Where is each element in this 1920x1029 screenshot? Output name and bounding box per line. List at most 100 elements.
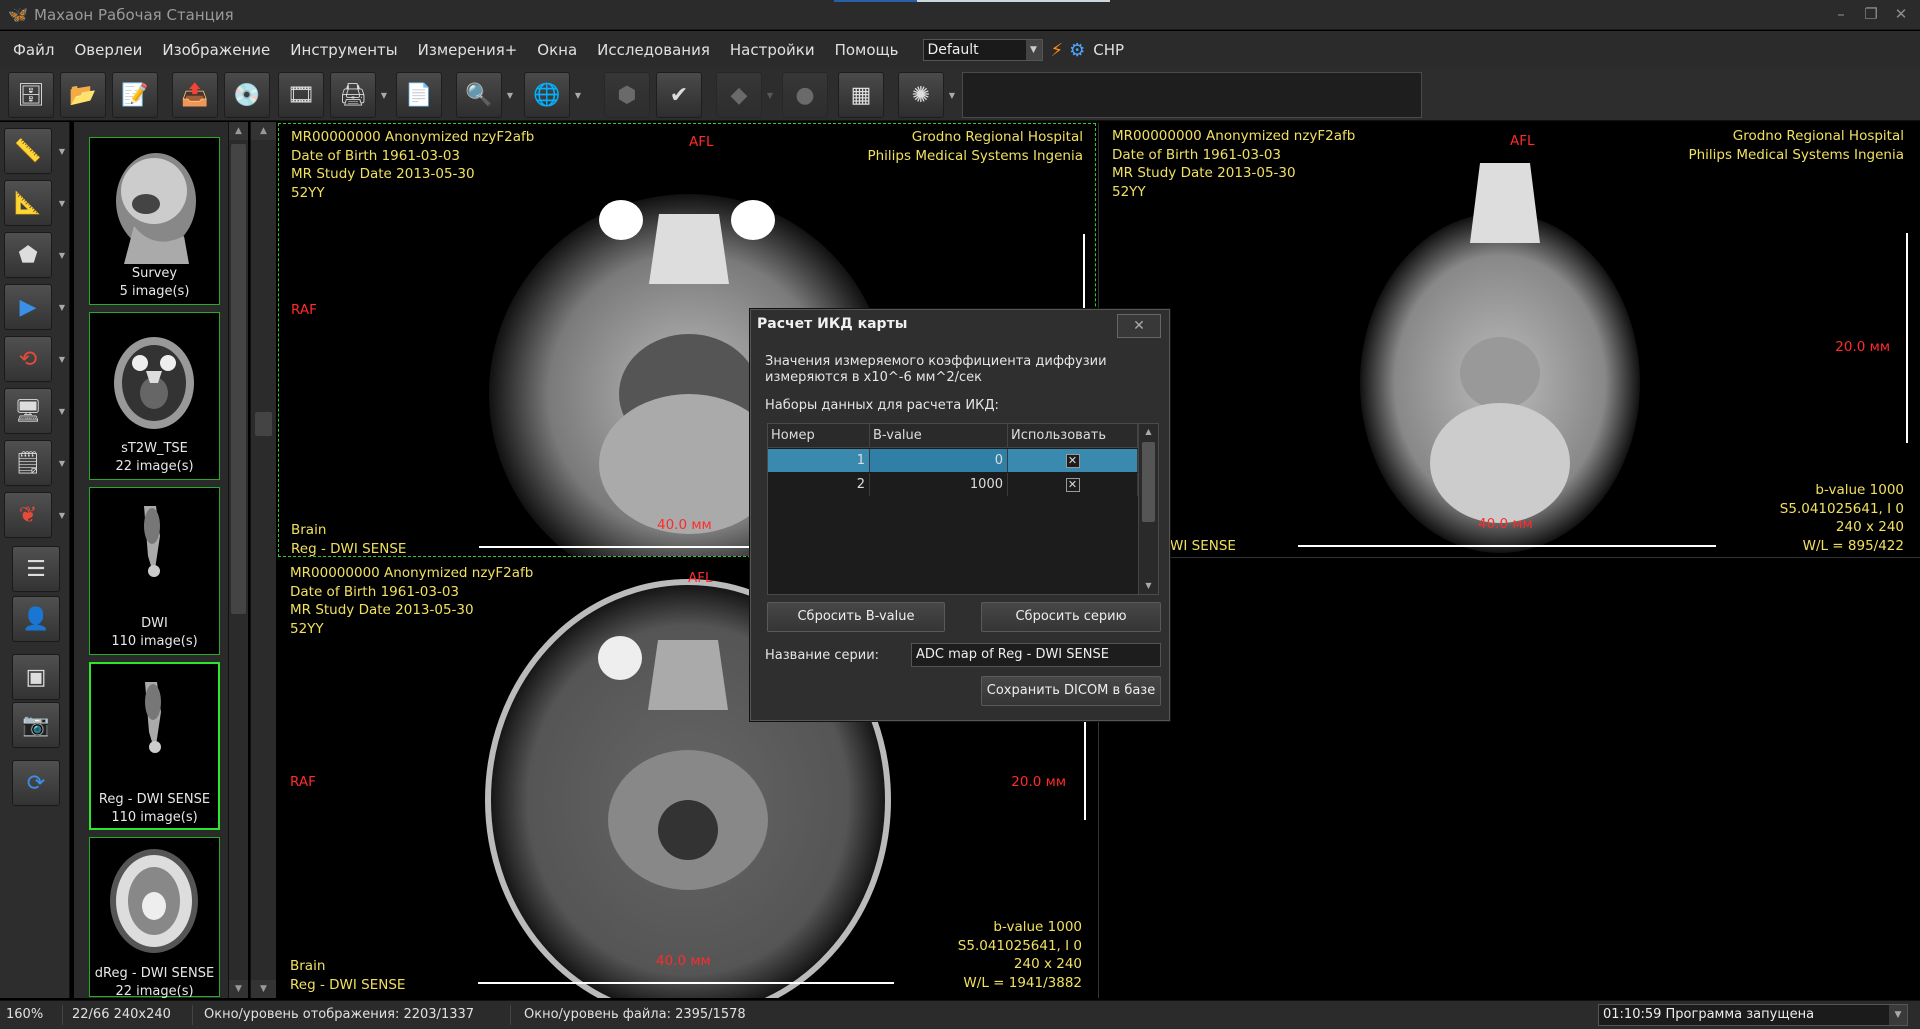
annotation-tool[interactable]: 🗒 ▼ bbox=[4, 440, 65, 486]
report-button[interactable]: 📝 bbox=[112, 72, 158, 118]
search-study-button[interactable]: 🔍 ▼ bbox=[456, 72, 513, 118]
scroll-down-icon[interactable]: ▼ bbox=[1139, 578, 1158, 594]
export-button[interactable]: 📤 bbox=[172, 72, 218, 118]
rotate-tool[interactable]: ⟲ ▼ bbox=[4, 336, 65, 382]
use-checkbox[interactable]: ✕ bbox=[1065, 477, 1080, 492]
line-tool[interactable]: 📏 ▼ bbox=[4, 128, 65, 174]
minimize-button[interactable]: – bbox=[1828, 2, 1854, 26]
list-icon: ☰ bbox=[26, 556, 46, 582]
menu-help[interactable]: Помощь bbox=[825, 41, 909, 59]
export-mp4-button[interactable]: 🎞 bbox=[278, 72, 324, 118]
chevron-down-icon[interactable]: ▼ bbox=[59, 407, 65, 416]
volume-button[interactable]: ● bbox=[782, 72, 828, 118]
vessel-tool[interactable]: ❦ ▼ bbox=[4, 492, 65, 538]
menu-windows[interactable]: Окна bbox=[527, 41, 587, 59]
network-button[interactable]: 🌐 ▼ bbox=[524, 72, 581, 118]
series-thumb-reg-dwi[interactable]: Reg - DWI SENSE 110 image(s) bbox=[89, 662, 220, 830]
chevron-down-icon[interactable]: ▼ bbox=[575, 91, 581, 100]
dialog-close-button[interactable]: ✕ bbox=[1117, 314, 1161, 338]
lightning-icon[interactable]: ⚡ bbox=[1051, 40, 1064, 61]
chevron-down-icon[interactable]: ▼ bbox=[59, 251, 65, 260]
series-info-tool[interactable]: ☰ bbox=[12, 546, 60, 592]
check-button[interactable]: ✔ bbox=[656, 72, 702, 118]
matrix-size: 240 x 240 bbox=[1013, 956, 1082, 972]
thumb-count: 110 image(s) bbox=[111, 634, 198, 649]
reset-bvalue-button[interactable]: Сбросить B-value bbox=[767, 602, 945, 632]
print-button[interactable]: 🖨 ▼ bbox=[330, 72, 387, 118]
monitor-icon: 🖥 bbox=[14, 398, 42, 424]
camera-tool[interactable]: 📷 bbox=[12, 702, 60, 748]
scroll-thumb[interactable] bbox=[1142, 442, 1155, 522]
menu-measurements[interactable]: Измерения+ bbox=[408, 41, 528, 59]
chevron-down-icon[interactable]: ▼ bbox=[59, 303, 65, 312]
menu-file[interactable]: Файл bbox=[3, 41, 64, 59]
burn-cd-button[interactable]: 💿 bbox=[224, 72, 270, 118]
angle-tool[interactable]: 📐 ▼ bbox=[4, 180, 65, 226]
scroll-down-icon[interactable]: ▼ bbox=[229, 980, 248, 998]
film-button[interactable]: 📄 bbox=[396, 72, 442, 118]
viewport-divider-h[interactable] bbox=[1100, 557, 1920, 558]
scroll-up-icon[interactable]: ▲ bbox=[251, 122, 276, 140]
series-thumb-survey[interactable]: Survey 5 image(s) bbox=[89, 137, 220, 305]
series-name-input[interactable]: ADC map of Reg - DWI SENSE bbox=[911, 643, 1161, 667]
table-row[interactable]: 1 0 ✕ bbox=[768, 449, 1138, 472]
scroll-down-icon[interactable]: ▼ bbox=[251, 980, 276, 998]
chevron-down-icon[interactable]: ▼ bbox=[59, 511, 65, 520]
chevron-down-icon[interactable]: ▼ bbox=[59, 147, 65, 156]
preset-select[interactable]: Default ▼ bbox=[922, 39, 1043, 61]
brightness-button[interactable]: ✺ ▼ bbox=[898, 72, 955, 118]
row-bvalue[interactable]: 0 bbox=[870, 449, 1008, 472]
orientation-top: AFL bbox=[688, 570, 713, 586]
roi-tool[interactable]: ⬟ ▼ bbox=[4, 232, 65, 278]
hospital-name: Grodno Regional Hospital bbox=[911, 129, 1083, 145]
play-tool[interactable]: ▶ ▼ bbox=[4, 284, 65, 330]
3d-button[interactable]: ⬢ bbox=[604, 72, 650, 118]
mpr-button[interactable]: ◆ ▼ bbox=[716, 72, 773, 118]
scroll-up-icon[interactable]: ▲ bbox=[229, 122, 248, 140]
reset-series-button[interactable]: Сбросить серию bbox=[981, 602, 1161, 632]
layout-button[interactable]: ▦ bbox=[838, 72, 884, 118]
image-index: 22/66 240x240 bbox=[72, 1007, 171, 1022]
scroll-thumb[interactable] bbox=[255, 412, 272, 436]
column-number[interactable]: Номер bbox=[768, 424, 870, 447]
display-tool[interactable]: 🖥 ▼ bbox=[4, 388, 65, 434]
close-window-button[interactable]: ✕ bbox=[1888, 2, 1914, 26]
menu-image[interactable]: Изображение bbox=[152, 41, 280, 59]
table-row[interactable]: 2 1000 ✕ bbox=[768, 473, 1138, 496]
column-use[interactable]: Использовать bbox=[1008, 424, 1138, 447]
open-folder-button[interactable]: 📂 bbox=[60, 72, 106, 118]
chevron-down-icon[interactable]: ▼ bbox=[59, 459, 65, 468]
chevron-down-icon[interactable]: ▼ bbox=[381, 91, 387, 100]
gear-icon[interactable]: ⚙ bbox=[1069, 40, 1085, 61]
status-message-select[interactable]: 01:10:59 Программа запущена ▼ bbox=[1598, 1004, 1908, 1026]
series-thumb-dreg-dwi[interactable]: dReg - DWI SENSE 22 image(s) bbox=[89, 837, 220, 999]
scroll-thumb[interactable] bbox=[231, 144, 246, 614]
open-database-button[interactable]: 🗄 bbox=[8, 72, 54, 118]
compare-tool[interactable]: ▣ bbox=[12, 654, 60, 700]
chevron-down-icon[interactable]: ▼ bbox=[767, 91, 773, 100]
menu-overlays[interactable]: Оверлеи bbox=[64, 41, 152, 59]
use-checkbox[interactable]: ✕ bbox=[1065, 453, 1080, 468]
patient-info-overlay: MR00000000 Anonymized nzyF2afb Date of B… bbox=[1112, 127, 1355, 201]
language-indicator[interactable]: СНР bbox=[1093, 41, 1124, 59]
menu-studies[interactable]: Исследования bbox=[587, 41, 720, 59]
viewport-scrollbar[interactable]: ▲ ▼ bbox=[250, 122, 276, 998]
chevron-down-icon[interactable]: ▼ bbox=[59, 355, 65, 364]
save-dicom-button[interactable]: Сохранить DICOM в базе bbox=[981, 676, 1161, 706]
table-scrollbar[interactable]: ▲ ▼ bbox=[1138, 424, 1158, 594]
series-thumb-st2w[interactable]: sT2W_TSE 22 image(s) bbox=[89, 312, 220, 480]
restore-button[interactable]: ❐ bbox=[1858, 2, 1884, 26]
sync-tool[interactable]: ⟳ bbox=[12, 760, 60, 806]
menu-tools[interactable]: Инструменты bbox=[280, 41, 407, 59]
chevron-down-icon[interactable]: ▼ bbox=[59, 199, 65, 208]
viewport-top-right[interactable]: MR00000000 Anonymized nzyF2afb Date of B… bbox=[1100, 123, 1920, 557]
chevron-down-icon[interactable]: ▼ bbox=[507, 91, 513, 100]
menu-settings[interactable]: Настройки bbox=[720, 41, 825, 59]
patient-tool[interactable]: 👤 bbox=[12, 596, 60, 642]
scroll-up-icon[interactable]: ▲ bbox=[1139, 424, 1158, 440]
column-bvalue[interactable]: B-value bbox=[870, 424, 1008, 447]
chevron-down-icon[interactable]: ▼ bbox=[949, 91, 955, 100]
thumbnail-scrollbar[interactable]: ▲ ▼ bbox=[228, 122, 248, 998]
row-bvalue[interactable]: 1000 bbox=[870, 473, 1008, 496]
series-thumb-dwi[interactable]: DWI 110 image(s) bbox=[89, 487, 220, 655]
